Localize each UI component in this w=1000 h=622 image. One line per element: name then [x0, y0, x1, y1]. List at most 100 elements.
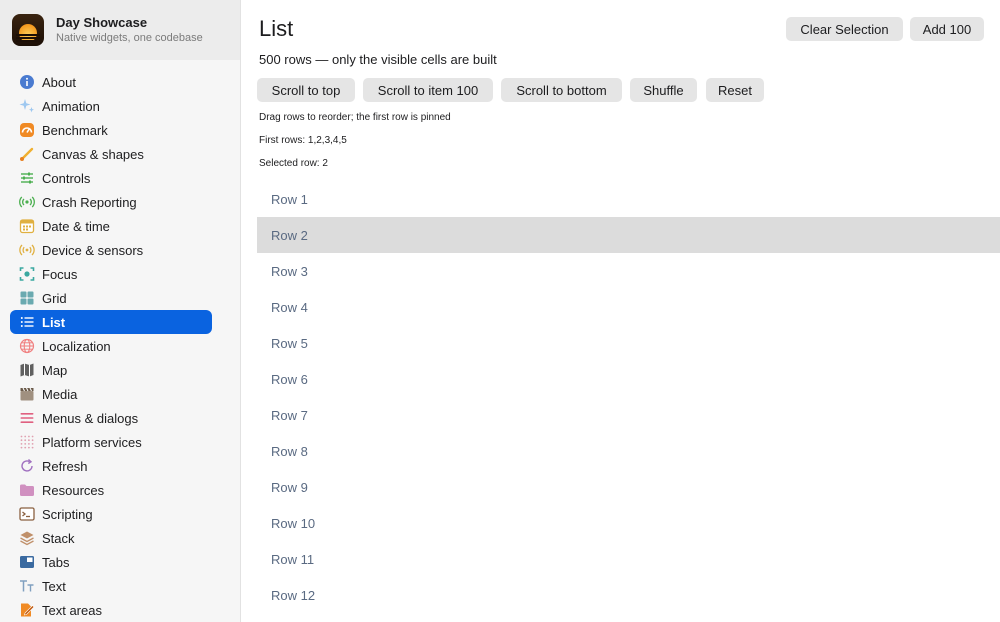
- menu-lines-icon: [19, 410, 35, 426]
- page-title: List: [259, 16, 294, 41]
- sidebar-item-label: List: [42, 314, 66, 330]
- sensor-icon: [19, 242, 35, 258]
- list-row[interactable]: Row 1: [257, 181, 1000, 217]
- list-row[interactable]: Row 12: [257, 577, 1000, 613]
- paintbrush-icon: [19, 146, 35, 162]
- sidebar-item-label: Stack: [42, 530, 75, 546]
- sidebar-item-animation[interactable]: Animation: [10, 94, 212, 118]
- list-row[interactable]: Row 2: [257, 217, 1000, 253]
- sidebar-item-label: Focus: [42, 266, 78, 282]
- app-window: Day Showcase Native widgets, one codebas…: [0, 0, 1000, 622]
- sidebar-item-label: Crash Reporting: [42, 194, 137, 210]
- sidebar-item-label: Media: [42, 386, 78, 402]
- sidebar-item-canvas-shapes[interactable]: Canvas & shapes: [10, 142, 212, 166]
- sidebar-item-label: Text areas: [42, 602, 102, 618]
- sidebar-nav: About Animation Benchmark Canvas & shapes Co…: [0, 60, 240, 622]
- sliders-icon: [19, 170, 35, 186]
- sidebar-item-label: Menus & dialogs: [42, 410, 139, 426]
- sidebar-item-label: Grid: [42, 290, 67, 306]
- list-description: 500 rows — only the visible cells are bu…: [259, 52, 497, 67]
- reset-button[interactable]: Reset: [706, 78, 764, 102]
- sidebar-item-resources[interactable]: Resources: [10, 478, 212, 502]
- sidebar-item-refresh[interactable]: Refresh: [10, 454, 212, 478]
- sidebar-item-label: Text: [42, 578, 66, 594]
- first-rows-status: First rows: 1,2,3,4,5: [259, 135, 347, 146]
- sidebar-item-controls[interactable]: Controls: [10, 166, 212, 190]
- sidebar-item-label: Refresh: [42, 458, 88, 474]
- sidebar-item-localization[interactable]: Localization: [10, 334, 212, 358]
- sidebar: Day Showcase Native widgets, one codebas…: [0, 0, 241, 622]
- add-100-button[interactable]: Add 100: [910, 17, 984, 41]
- sidebar-item-label: About: [42, 74, 76, 90]
- list-row[interactable]: Row 3: [257, 253, 1000, 289]
- sidebar-item-about[interactable]: About: [10, 70, 212, 94]
- sidebar-item-focus[interactable]: Focus: [10, 262, 212, 286]
- list-row[interactable]: Row 10: [257, 505, 1000, 541]
- sidebar-item-scripting[interactable]: Scripting: [10, 502, 212, 526]
- sidebar-item-label: Controls: [42, 170, 91, 186]
- list-row[interactable]: Row 7: [257, 397, 1000, 433]
- text-size-icon: [19, 578, 35, 594]
- dots-grid-icon: [19, 434, 35, 450]
- sidebar-item-text-areas[interactable]: Text areas: [10, 598, 212, 622]
- broadcast-icon: [19, 194, 35, 210]
- list-row[interactable]: Row 5: [257, 325, 1000, 361]
- sidebar-item-tabs[interactable]: Tabs: [10, 550, 212, 574]
- sidebar-item-date-time[interactable]: Date & time: [10, 214, 212, 238]
- sparkles-icon: [19, 98, 35, 114]
- list-row[interactable]: Row 6: [257, 361, 1000, 397]
- sidebar-item-label: Scripting: [42, 506, 93, 522]
- sidebar-item-text[interactable]: Text: [10, 574, 212, 598]
- reorder-hint: Drag rows to reorder; the first row is p…: [259, 112, 451, 123]
- clear-selection-button[interactable]: Clear Selection: [786, 17, 903, 41]
- grid-icon: [19, 290, 35, 306]
- terminal-icon: [19, 506, 35, 522]
- sidebar-item-label: Map: [42, 362, 68, 378]
- list-icon: [19, 314, 35, 330]
- app-subtitle: Native widgets, one codebase: [56, 32, 203, 44]
- list-row[interactable]: Row 8: [257, 433, 1000, 469]
- info-icon: [19, 74, 35, 90]
- globe-icon: [19, 338, 35, 354]
- sidebar-item-label: Benchmark: [42, 122, 108, 138]
- scroll-to-item-100-button[interactable]: Scroll to item 100: [363, 78, 493, 102]
- calendar-icon: [19, 218, 35, 234]
- sidebar-item-crash-reporting[interactable]: Crash Reporting: [10, 190, 212, 214]
- sidebar-header: Day Showcase Native widgets, one codebas…: [0, 0, 240, 60]
- shuffle-button[interactable]: Shuffle: [630, 78, 697, 102]
- app-logo-icon: [12, 14, 44, 46]
- app-title: Day Showcase: [56, 15, 148, 30]
- sidebar-item-platform-services[interactable]: Platform services: [10, 430, 212, 454]
- refresh-icon: [19, 458, 35, 474]
- sidebar-item-label: Canvas & shapes: [42, 146, 144, 162]
- sidebar-item-media[interactable]: Media: [10, 382, 212, 406]
- sidebar-item-label: Resources: [42, 482, 105, 498]
- scroll-to-top-button[interactable]: Scroll to top: [257, 78, 355, 102]
- sidebar-item-map[interactable]: Map: [10, 358, 212, 382]
- folder-icon: [19, 482, 35, 498]
- pencil-doc-icon: [19, 602, 35, 618]
- clapperboard-icon: [19, 386, 35, 402]
- sidebar-item-list[interactable]: List: [10, 310, 212, 334]
- selected-row-status: Selected row: 2: [259, 158, 328, 169]
- sidebar-item-benchmark[interactable]: Benchmark: [10, 118, 212, 142]
- stack-icon: [19, 530, 35, 546]
- sidebar-item-label: Date & time: [42, 218, 110, 234]
- list-row[interactable]: Row 9: [257, 469, 1000, 505]
- scroll-to-bottom-button[interactable]: Scroll to bottom: [501, 78, 622, 102]
- map-icon: [19, 362, 35, 378]
- sidebar-item-label: Tabs: [42, 554, 70, 570]
- focus-icon: [19, 266, 35, 282]
- tabs-icon: [19, 554, 35, 570]
- list-view[interactable]: Row 1 Row 2 Row 3 Row 4 Row 5 Row 6 Row 7 Row 8…: [257, 181, 1000, 613]
- sidebar-item-label: Platform services: [42, 434, 142, 450]
- sidebar-item-menus-dialogs[interactable]: Menus & dialogs: [10, 406, 212, 430]
- list-row[interactable]: Row 11: [257, 541, 1000, 577]
- sidebar-item-label: Device & sensors: [42, 242, 144, 258]
- sidebar-item-grid[interactable]: Grid: [10, 286, 212, 310]
- sidebar-item-device-sensors[interactable]: Device & sensors: [10, 238, 212, 262]
- list-row[interactable]: Row 4: [257, 289, 1000, 325]
- sidebar-item-stack[interactable]: Stack: [10, 526, 212, 550]
- sidebar-item-label: Localization: [42, 338, 111, 354]
- sidebar-item-label: Animation: [42, 98, 100, 114]
